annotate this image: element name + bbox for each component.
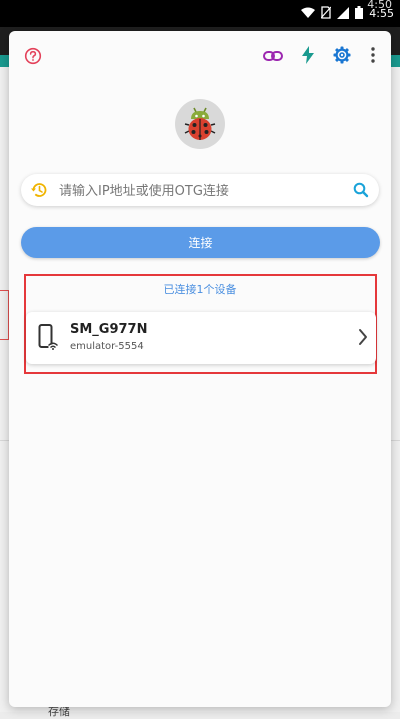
no-sim-icon (320, 4, 332, 23)
search-icon[interactable] (351, 180, 371, 204)
status-bar: 4:50 4:55 (0, 0, 400, 27)
connected-devices-count: 已连接1个设备 (163, 283, 237, 296)
battery-icon (355, 4, 364, 23)
ip-address-input[interactable] (57, 174, 351, 208)
device-item[interactable]: SM_G977N emulator-5554 (26, 312, 376, 364)
background-highlight-mark (0, 290, 9, 340)
connect-button[interactable]: 连接 (21, 227, 380, 258)
phone-wifi-icon (38, 324, 59, 354)
search-bar (21, 174, 379, 208)
device-id: emulator-5554 (70, 341, 144, 352)
history-icon[interactable] (29, 180, 49, 204)
status-time: 4:55 (369, 7, 394, 20)
link-icon[interactable] (259, 42, 287, 70)
wifi-icon (301, 4, 316, 23)
ladybug-android-icon (175, 99, 225, 149)
help-circle-icon[interactable] (19, 42, 47, 70)
signal-icon (337, 4, 350, 23)
more-vert-icon[interactable] (359, 41, 387, 69)
flash-icon[interactable] (294, 41, 322, 69)
gear-icon[interactable] (328, 41, 356, 69)
connect-dialog: 连接 已连接1个设备 SM_G977N emulator-5554 (9, 31, 391, 707)
device-name: SM_G977N (70, 322, 148, 337)
chevron-right-icon[interactable] (358, 328, 368, 350)
